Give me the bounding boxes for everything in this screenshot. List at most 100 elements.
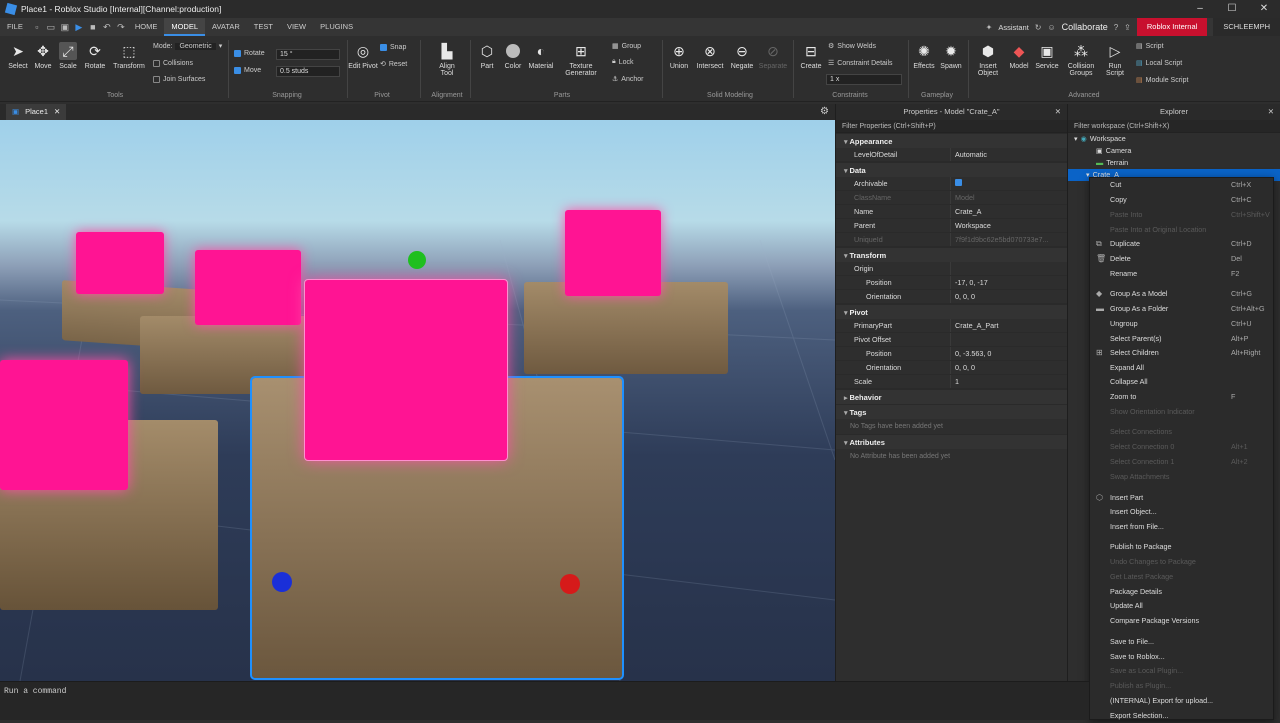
refresh-icon[interactable]: ↻	[1035, 23, 1042, 32]
negate-button[interactable]: ⊖ Negate	[727, 42, 757, 71]
rotate-snap-input[interactable]: 15 °	[276, 49, 340, 60]
menu-item-insert-from-file[interactable]: Insert from File...	[1090, 520, 1275, 534]
menu-item-ungroup[interactable]: Ungroup Ctrl+U	[1090, 317, 1275, 331]
menu-item-paste-into[interactable]: Paste Into Ctrl+Shift+V	[1090, 208, 1275, 222]
prop-level-of-detail[interactable]: LevelOfDetail Automatic	[836, 148, 1067, 162]
redo-icon[interactable]: ↷	[114, 20, 128, 34]
menu-item-delete[interactable]: 🗑︎ Delete Del	[1090, 252, 1275, 266]
rotate-snap-toggle[interactable]: Rotate	[234, 50, 265, 57]
share-icon[interactable]: ⇪	[1124, 23, 1131, 32]
service-button[interactable]: ▣ Service	[1032, 42, 1062, 71]
menu-item-save-as-local-plugin[interactable]: Save as Local Plugin...	[1090, 664, 1275, 678]
user-name[interactable]: SCHLEEMPH	[1213, 18, 1280, 36]
run-script-button[interactable]: ▷ Run Script	[1100, 42, 1130, 78]
close-panel-icon[interactable]: ✕	[1055, 104, 1061, 120]
menu-item-select-parent-s[interactable]: Select Parent(s) Alt+P	[1090, 332, 1275, 346]
tab-test[interactable]: TEST	[247, 18, 280, 36]
constraint-scale-input[interactable]: 1 x	[826, 74, 902, 85]
prop-pivot-position[interactable]: Position 0, -3.563, 0	[836, 347, 1067, 361]
menu-item-group-as-a-model[interactable]: ◆ Group As a Model Ctrl+G	[1090, 287, 1275, 301]
prop-primary-part[interactable]: PrimaryPart Crate_A_Part	[836, 319, 1067, 333]
archivable-checkbox[interactable]	[955, 179, 962, 186]
menu-item-export-selection[interactable]: Export Selection...	[1090, 709, 1275, 723]
undo-icon[interactable]: ↶	[100, 20, 114, 34]
menu-item-paste-into-at-original-location[interactable]: Paste Into at Original Location	[1090, 223, 1275, 237]
intersect-button[interactable]: ⊗ Intersect	[695, 42, 725, 71]
menu-item-expand-all[interactable]: Expand All	[1090, 361, 1275, 375]
menu-item-save-to-file[interactable]: Save to File...	[1090, 635, 1275, 649]
assistant-button[interactable]: Assistant	[998, 23, 1028, 32]
move-snap-toggle[interactable]: Move	[234, 67, 261, 74]
section-data[interactable]: Data	[836, 162, 1067, 177]
prop-origin-orientation[interactable]: Orientation 0, 0, 0	[836, 290, 1067, 304]
menu-item-get-latest-package[interactable]: Get Latest Package	[1090, 570, 1275, 584]
prop-pivot-offset[interactable]: Pivot Offset	[836, 333, 1067, 347]
pivot-handle-red[interactable]	[560, 574, 580, 594]
stop-icon[interactable]: ■	[86, 20, 100, 34]
section-behavior[interactable]: Behavior	[836, 389, 1067, 404]
close-panel-icon[interactable]: ✕	[1268, 104, 1274, 120]
union-button[interactable]: ⊕ Union	[664, 42, 694, 71]
tab-home[interactable]: HOME	[128, 18, 165, 36]
prop-parent[interactable]: Parent Workspace	[836, 219, 1067, 233]
mode-selector[interactable]: Mode: Geometric ▾	[153, 42, 222, 50]
collaborate-button[interactable]: Collaborate	[1062, 22, 1108, 32]
collisions-checkbox[interactable]	[153, 60, 160, 67]
menu-item-publish-to-package[interactable]: Publish to Package	[1090, 540, 1275, 554]
menu-item-select-connection-1[interactable]: Select Connection 1 Alt+2	[1090, 455, 1275, 469]
section-transform[interactable]: Transform	[836, 247, 1067, 262]
pink-block[interactable]	[76, 232, 164, 294]
scale-tool[interactable]: ⤢ Scale	[53, 42, 83, 70]
menu-item-insert-object[interactable]: Insert Object...	[1090, 505, 1275, 519]
section-tags[interactable]: Tags	[836, 404, 1067, 419]
menu-item-update-all[interactable]: Update All	[1090, 599, 1275, 613]
join-surfaces-checkbox[interactable]	[153, 76, 160, 83]
prop-archivable[interactable]: Archivable	[836, 177, 1067, 191]
lock-button[interactable]: 🔒︎ Lock	[612, 58, 634, 66]
pink-block-selected[interactable]	[304, 279, 508, 461]
module-script-button[interactable]: ▤ Module Script	[1136, 76, 1188, 85]
color-button[interactable]: Color	[498, 42, 528, 70]
tree-item-workspace[interactable]: ▾ ◉ Workspace	[1068, 133, 1280, 145]
menu-item-cut[interactable]: Cut Ctrl+X	[1090, 178, 1275, 192]
group-button[interactable]: ▦ Group	[612, 42, 641, 51]
explorer-filter-input[interactable]: Filter workspace (Ctrl+Shift+X)	[1068, 120, 1280, 133]
create-constraint-button[interactable]: ⊟ Create	[796, 42, 826, 71]
align-tool-button[interactable]: ▙ Align Tool	[432, 42, 462, 78]
menu-item-publish-as-plugin[interactable]: Publish as Plugin...	[1090, 679, 1275, 693]
menu-item-compare-package-versions[interactable]: Compare Package Versions	[1090, 614, 1275, 628]
menu-item-select-connection-0[interactable]: Select Connection 0 Alt+1	[1090, 440, 1275, 454]
section-attributes[interactable]: Attributes	[836, 434, 1067, 449]
tree-item-terrain[interactable]: ▬ Terrain	[1068, 157, 1280, 169]
help-icon[interactable]: ?	[1114, 23, 1118, 32]
anchor-button[interactable]: ⚓︎ Anchor	[612, 75, 643, 84]
close-button[interactable]: ✕	[1248, 0, 1280, 18]
script-button[interactable]: ▤ Script	[1136, 42, 1164, 51]
menu-item-select-children[interactable]: ⊞ Select Children Alt+Right	[1090, 346, 1275, 360]
pink-block[interactable]	[0, 360, 128, 490]
menu-item-collapse-all[interactable]: Collapse All	[1090, 375, 1275, 389]
tab-place1[interactable]: ▣ Place1 ✕	[6, 104, 67, 120]
pivot-snap-toggle[interactable]: Snap	[380, 44, 406, 51]
pivot-handle-blue[interactable]	[272, 572, 292, 592]
constraint-details-button[interactable]: ☰ Constraint Details	[828, 59, 893, 68]
tab-plugins[interactable]: PLUGINS	[313, 18, 360, 36]
join-surfaces-toggle[interactable]: Join Surfaces	[153, 76, 205, 83]
menu-item-zoom-to[interactable]: Zoom to F	[1090, 390, 1275, 404]
rotate-tool[interactable]: ⟳ Rotate	[80, 42, 110, 71]
menu-item-show-orientation-indicator[interactable]: Show Orientation Indicator	[1090, 405, 1275, 419]
menu-item-internal-export-for-upload[interactable]: (INTERNAL) Export for upload...	[1090, 694, 1275, 708]
collisions-toggle[interactable]: Collisions	[153, 60, 193, 67]
menu-item-group-as-a-folder[interactable]: ▬ Group As a Folder Ctrl+Alt+G	[1090, 302, 1275, 316]
menu-item-save-to-roblox[interactable]: Save to Roblox...	[1090, 650, 1275, 664]
close-tab-icon[interactable]: ✕	[54, 104, 60, 120]
menu-item-rename[interactable]: Rename F2	[1090, 267, 1275, 281]
tab-model[interactable]: MODEL	[164, 18, 206, 36]
menu-item-undo-changes-to-package[interactable]: Undo Changes to Package	[1090, 555, 1275, 569]
viewport-settings-icon[interactable]: ⚙	[820, 106, 829, 117]
menu-item-insert-part[interactable]: ⬡ Insert Part	[1090, 491, 1275, 505]
menu-item-package-details[interactable]: Package Details	[1090, 585, 1275, 599]
spawn-button[interactable]: ✹ Spawn	[936, 42, 966, 71]
new-file-icon[interactable]: ▫	[30, 20, 44, 34]
maximize-button[interactable]: ☐	[1216, 0, 1248, 18]
